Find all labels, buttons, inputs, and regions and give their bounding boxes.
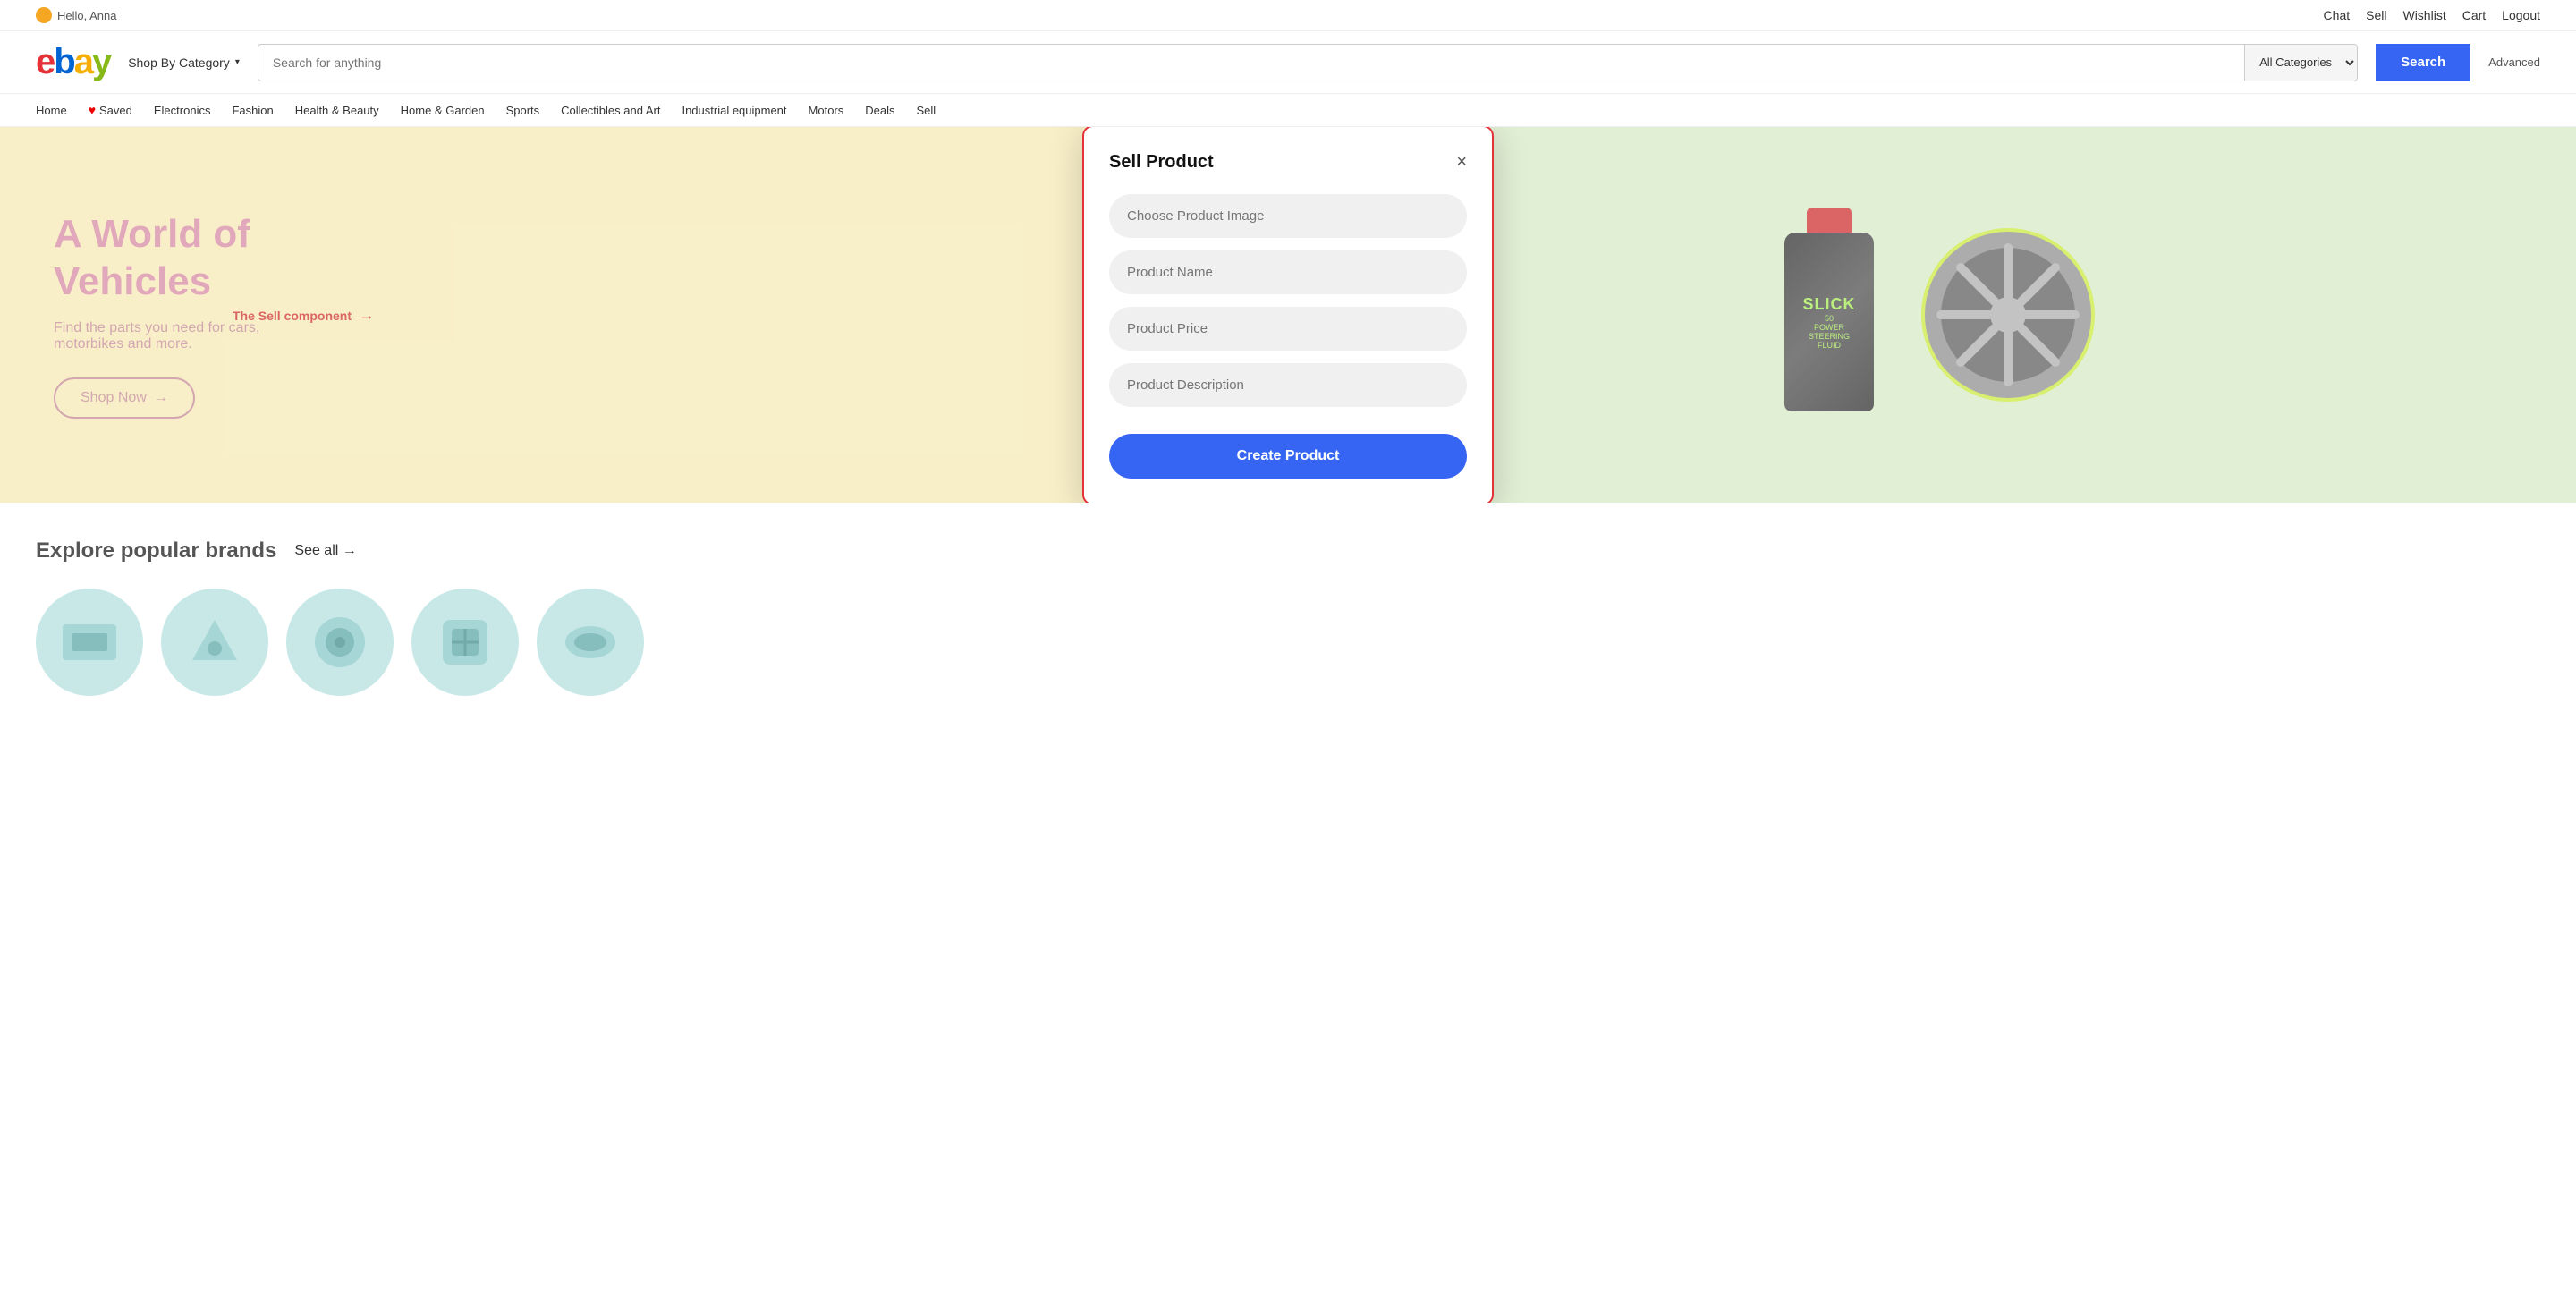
header: ebay Shop By Category ▾ All Categories S… [0, 31, 2576, 94]
nav-collectibles[interactable]: Collectibles and Art [561, 104, 660, 117]
chat-link[interactable]: Chat [2324, 8, 2351, 22]
brands-section: Explore popular brands See all → [0, 503, 2576, 714]
search-button[interactable]: Search [2376, 44, 2470, 81]
nav-electronics[interactable]: Electronics [154, 104, 211, 117]
product-description-input[interactable] [1109, 363, 1467, 407]
product-name-input[interactable] [1109, 250, 1467, 294]
brand-icon-4 [434, 611, 496, 674]
modal-close-button[interactable]: × [1456, 153, 1467, 171]
nav-fashion[interactable]: Fashion [232, 104, 273, 117]
chevron-down-icon: ▾ [235, 57, 240, 67]
top-bar: Hello, Anna Chat Sell Wishlist Cart Logo… [0, 0, 2576, 31]
heart-icon: ♥ [89, 103, 96, 117]
main-nav: Home ♥ Saved Electronics Fashion Health … [0, 94, 2576, 127]
nav-motors[interactable]: Motors [809, 104, 844, 117]
brand-item-4[interactable] [411, 589, 519, 696]
nav-deals[interactable]: Deals [865, 104, 894, 117]
brands-header: Explore popular brands See all → [36, 538, 2540, 564]
product-price-field [1109, 307, 1467, 351]
logo: ebay [36, 42, 110, 82]
top-bar-left: Hello, Anna [36, 7, 117, 23]
modal-overlay: Sell Product × Create Product [0, 127, 2576, 503]
brand-icon-3 [309, 611, 371, 674]
see-all-link[interactable]: See all → [294, 543, 356, 559]
brand-item-5[interactable] [537, 589, 644, 696]
cart-link[interactable]: Cart [2462, 8, 2486, 22]
logo-y: y [92, 42, 110, 81]
logout-link[interactable]: Logout [2502, 8, 2540, 22]
logo-b: b [54, 42, 73, 81]
brand-icon-2 [183, 611, 246, 674]
brand-item-3[interactable] [286, 589, 394, 696]
category-select[interactable]: All Categories [2244, 45, 2357, 81]
product-name-field [1109, 250, 1467, 294]
nav-industrial[interactable]: Industrial equipment [682, 104, 786, 117]
top-bar-right: Chat Sell Wishlist Cart Logout [2324, 8, 2540, 22]
nav-sports[interactable]: Sports [506, 104, 540, 117]
sell-product-modal: Sell Product × Create Product [1082, 127, 1494, 503]
modal-title: Sell Product [1109, 152, 1214, 173]
shop-by-category-label: Shop By Category [128, 55, 230, 70]
user-icon [36, 7, 52, 23]
hero-section: A World of Vehicles Find the parts you n… [0, 127, 2576, 503]
nav-home-garden[interactable]: Home & Garden [401, 104, 485, 117]
logo-a: a [74, 42, 92, 81]
modal-header: Sell Product × [1109, 152, 1467, 173]
greeting-text: Hello, Anna [57, 9, 117, 22]
nav-home[interactable]: Home [36, 104, 67, 117]
brand-icon-5 [559, 611, 622, 674]
product-image-input[interactable] [1109, 194, 1467, 238]
search-bar: All Categories [258, 44, 2358, 81]
brand-item-2[interactable] [161, 589, 268, 696]
brands-title: Explore popular brands [36, 538, 276, 564]
brand-icon-1 [58, 611, 121, 674]
logo-e: e [36, 42, 54, 81]
nav-health-beauty[interactable]: Health & Beauty [295, 104, 379, 117]
nav-sell[interactable]: Sell [917, 104, 936, 117]
product-image-field [1109, 194, 1467, 238]
brand-item-1[interactable] [36, 589, 143, 696]
search-input[interactable] [258, 55, 2244, 70]
product-price-input[interactable] [1109, 307, 1467, 351]
product-description-field [1109, 363, 1467, 407]
wishlist-link[interactable]: Wishlist [2402, 8, 2445, 22]
create-product-button[interactable]: Create Product [1109, 434, 1467, 479]
sell-link[interactable]: Sell [2366, 8, 2386, 22]
brands-grid [36, 589, 2540, 696]
nav-saved[interactable]: ♥ Saved [89, 103, 132, 117]
advanced-link[interactable]: Advanced [2488, 55, 2540, 69]
shop-by-category[interactable]: Shop By Category ▾ [128, 55, 240, 70]
